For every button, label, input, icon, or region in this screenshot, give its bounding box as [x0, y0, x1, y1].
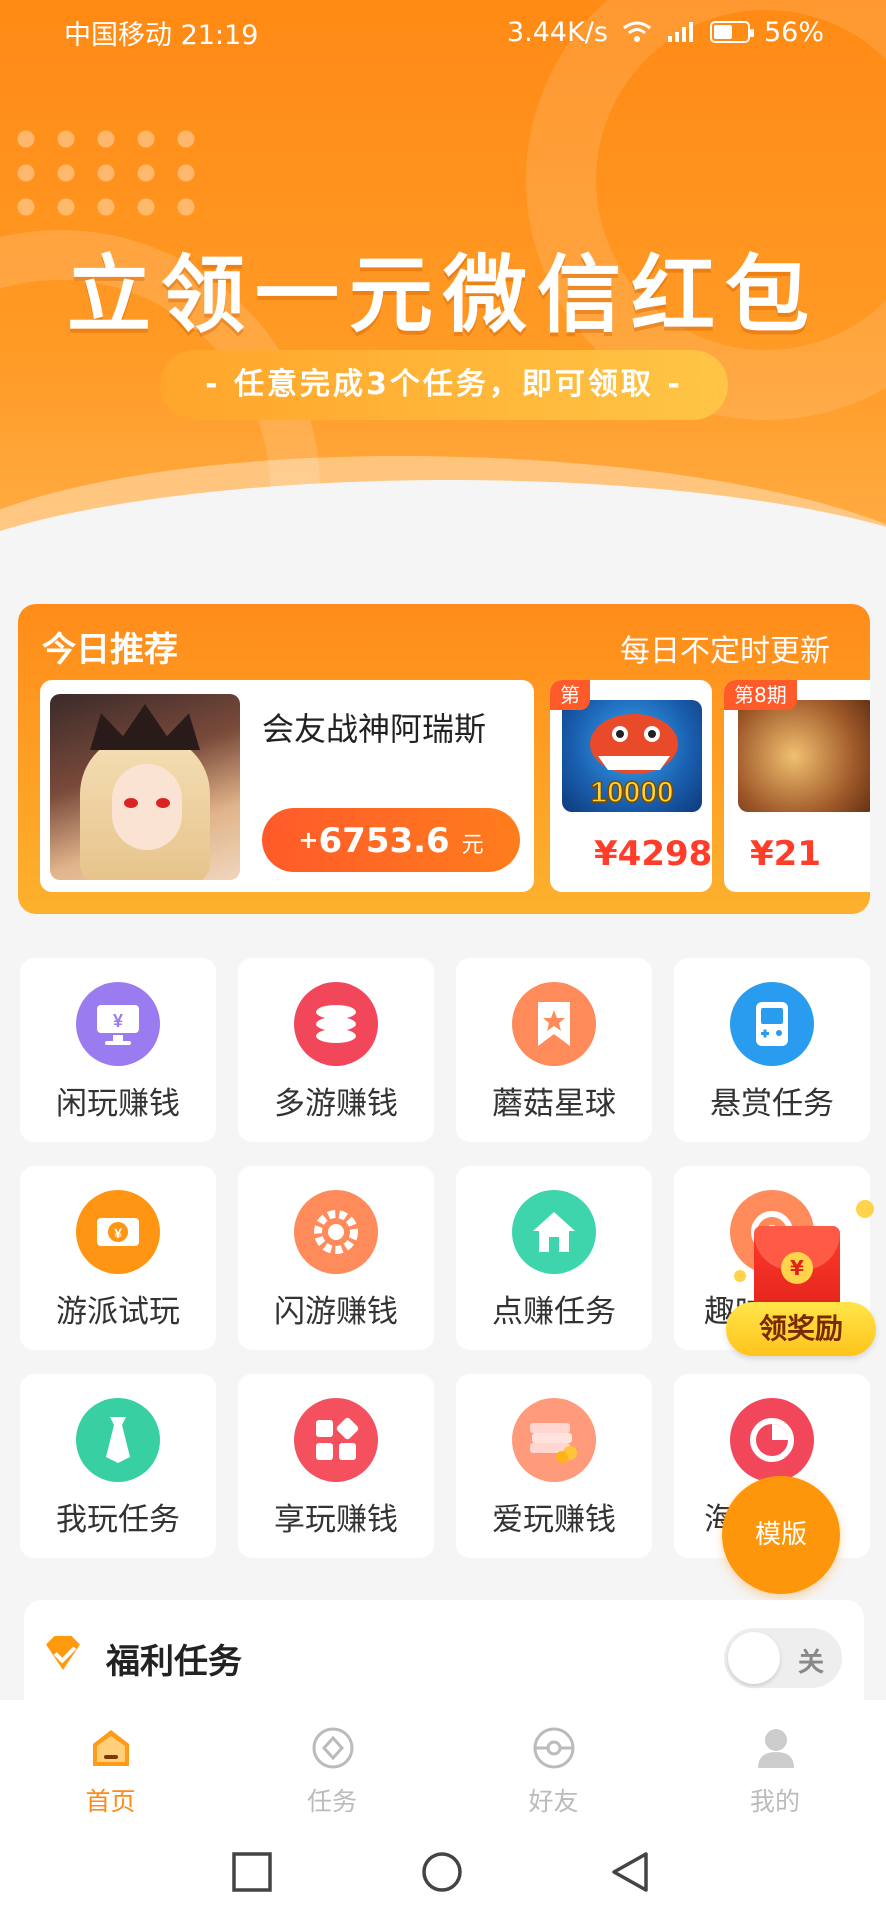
system-nav-bar [0, 1830, 886, 1920]
diamond-chevron-icon [46, 1636, 80, 1670]
game-thumbnail [50, 694, 240, 880]
grid-item-label: 点赚任务 [492, 1294, 616, 1330]
nav-home[interactable]: 首页 [0, 1700, 222, 1830]
bottom-nav: 首页 任务 好友 我的 [0, 1700, 886, 1830]
card-tag: 第 [550, 680, 590, 710]
welfare-title: 福利任务 [106, 1642, 242, 1682]
profile-icon [757, 1729, 794, 1768]
grid-item[interactable]: ¥ 闲玩赚钱 [20, 958, 216, 1142]
grid-item[interactable]: 爱玩赚钱 [456, 1374, 652, 1558]
recommend-card[interactable]: 第8期 ¥21 [724, 680, 870, 892]
reward-button[interactable]: +6753.6 元 [262, 808, 520, 872]
reward-unit: 元 [461, 833, 484, 858]
wifi-icon [623, 21, 651, 42]
recent-apps-icon[interactable] [230, 1850, 274, 1894]
house-broom-icon [512, 1190, 596, 1274]
grid-item[interactable]: 我玩任务 [20, 1374, 216, 1558]
friends-icon [533, 1727, 575, 1769]
tv-yen-icon: ¥ [76, 982, 160, 1066]
coins-stack-icon [294, 982, 378, 1066]
grid-item[interactable]: 点赚任务 [456, 1166, 652, 1350]
grid-item[interactable]: ¥ 游派试玩 [20, 1166, 216, 1350]
grid-item[interactable]: 享玩赚钱 [238, 1374, 434, 1558]
game-name: 会友战神阿瑞斯 [262, 710, 487, 748]
grid-item-label: 游派试玩 [56, 1294, 180, 1330]
card-tag: 第8期 [724, 680, 797, 710]
grid-item-label: 我玩任务 [56, 1502, 180, 1538]
grid-item-label: 闲玩赚钱 [56, 1086, 180, 1122]
banner-dots [6, 122, 206, 232]
signal-icon [667, 22, 693, 42]
fish-game-badge: 10000 [590, 776, 673, 809]
nav-tasks[interactable]: 任务 [222, 1700, 444, 1830]
grid-item-label: 享玩赚钱 [274, 1502, 398, 1538]
status-bar: 中国移动 21:19 3.44K/s 56% [0, 0, 886, 64]
grid-item-label: 闪游赚钱 [274, 1294, 398, 1330]
recommend-note: 每日不定时更新 [620, 634, 830, 669]
recommend-title: 今日推荐 [42, 630, 178, 670]
ring-icon [294, 1190, 378, 1274]
template-button[interactable]: 模版 [722, 1476, 840, 1594]
grid-item[interactable]: 蘑菇星球 [456, 958, 652, 1142]
battery-icon [709, 21, 754, 43]
sparkle-icon [856, 1200, 874, 1218]
grid-item-label: 爱玩赚钱 [492, 1502, 616, 1538]
banner-subtitle: - 任意完成3个任务，即可领取 - [160, 350, 728, 420]
carrier-time: 中国移动 21:19 [64, 19, 259, 51]
top-banner[interactable]: 中国移动 21:19 3.44K/s 56% 立领一元微信红包 - 任意完成3个… [0, 0, 886, 580]
battery-percent: 56% [763, 16, 824, 48]
nav-label: 我的 [749, 1787, 800, 1816]
game-thumbnail [738, 700, 870, 812]
nav-label: 首页 [85, 1787, 136, 1816]
today-recommend: 今日推荐 每日不定时更新 会友战神阿瑞斯 +6753.6 元 10000 第 ¥ [18, 604, 870, 914]
toggle-knob [728, 1632, 780, 1684]
nav-label: 任务 [306, 1787, 357, 1816]
dinosaur-icon: 10000 [590, 714, 678, 810]
fish-game-thumbnail: 10000 [562, 700, 702, 812]
apps-icon [294, 1398, 378, 1482]
home-circle-icon[interactable] [420, 1850, 464, 1894]
recommend-main-card[interactable]: 会友战神阿瑞斯 +6753.6 元 [40, 680, 534, 892]
coin-icon: ¥ [781, 1252, 813, 1284]
grid-item[interactable]: 悬赏任务 [674, 958, 870, 1142]
gamepad-icon [730, 982, 814, 1066]
grid-item-label: 多游赚钱 [274, 1086, 398, 1122]
pie-chart-icon [730, 1398, 814, 1482]
grid-item-label: 悬赏任务 [710, 1086, 834, 1122]
tie-icon [76, 1398, 160, 1482]
welfare-toggle[interactable]: 关 [724, 1628, 842, 1688]
svg-text:¥: ¥ [113, 1011, 123, 1031]
home-icon [93, 1730, 129, 1766]
svg-text:¥: ¥ [114, 1225, 122, 1241]
bookmark-star-icon [512, 982, 596, 1066]
money-stack-icon [512, 1398, 596, 1482]
recommend-card[interactable]: 10000 第 ¥4298 [550, 680, 712, 892]
grid-item-label: 蘑菇星球 [492, 1086, 616, 1122]
reward-plus: + [298, 826, 319, 854]
task-diamond-icon [312, 1727, 353, 1769]
reward-amount: 6753.6 [318, 821, 450, 861]
banner-title: 立领一元微信红包 [66, 246, 819, 344]
claim-reward-button[interactable]: 领奖励 [726, 1302, 876, 1356]
nav-friends[interactable]: 好友 [443, 1700, 665, 1830]
sparkle-icon [734, 1270, 746, 1282]
yen-card-icon: ¥ [76, 1190, 160, 1274]
toggle-label: 关 [797, 1648, 824, 1678]
nav-label: 好友 [528, 1787, 579, 1816]
nav-profile[interactable]: 我的 [665, 1700, 886, 1830]
red-envelope-reward[interactable]: ¥ 领奖励 [726, 1190, 876, 1370]
grid-item[interactable]: 多游赚钱 [238, 958, 434, 1142]
back-triangle-icon[interactable] [608, 1850, 652, 1894]
card-price: ¥21 [750, 834, 821, 874]
grid-item[interactable]: 闪游赚钱 [238, 1166, 434, 1350]
network-speed: 3.44K/s [506, 16, 608, 48]
card-price: ¥4298 [594, 834, 712, 874]
